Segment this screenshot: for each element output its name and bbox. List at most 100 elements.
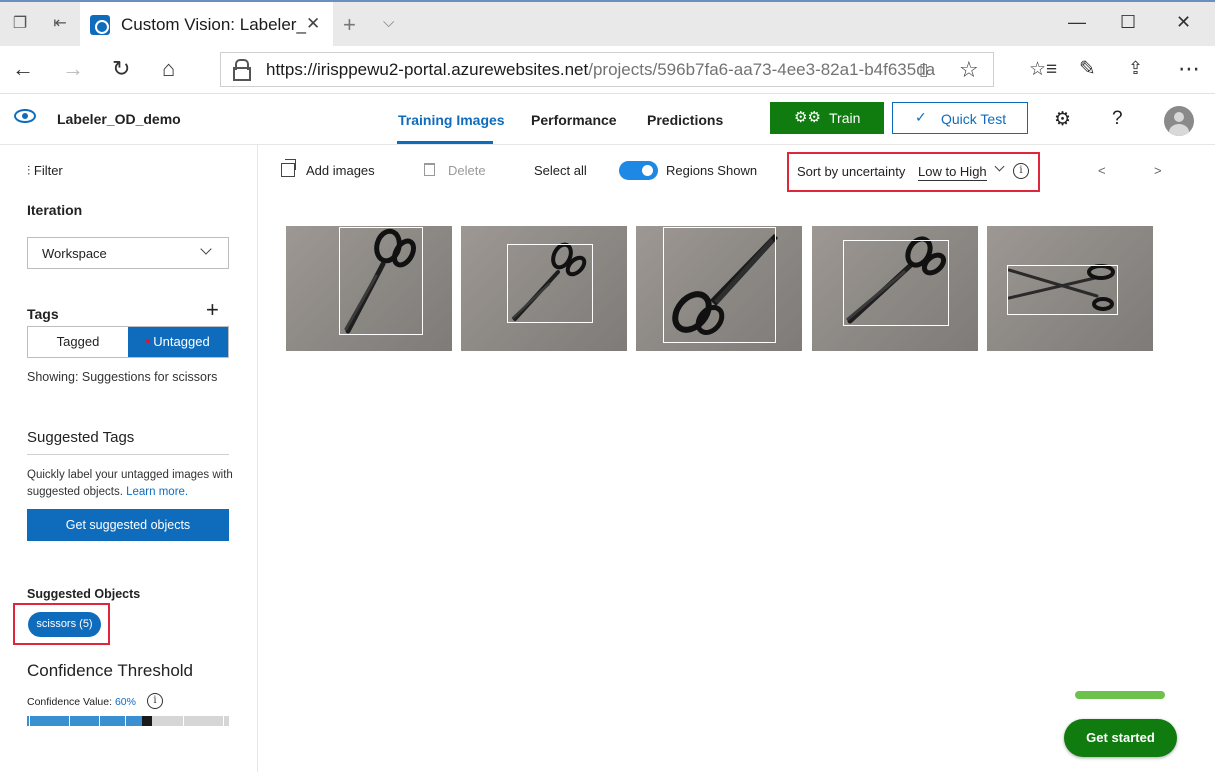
untagged-dot-icon [146, 339, 151, 343]
tag-filter-segmented-control: Tagged Untagged [27, 326, 229, 358]
toggle-knob [642, 165, 653, 176]
bounding-box[interactable] [339, 227, 423, 335]
train-label: Train [829, 110, 861, 126]
confidence-info-icon[interactable]: i [147, 693, 163, 709]
untagged-label: Untagged [153, 334, 210, 349]
forward-icon[interactable]: → [62, 56, 84, 82]
quick-test-button[interactable]: ✓ Quick Test [892, 102, 1028, 134]
bounding-box[interactable] [507, 244, 593, 323]
tags-label: Tags [27, 306, 59, 322]
filter-sliders-icon: ⫶ [27, 163, 31, 178]
iteration-value: Workspace [42, 246, 107, 261]
browser-tab[interactable]: Custom Vision: Labeler_ ✕ [80, 2, 333, 48]
showing-text: Showing: Suggestions for scissors [27, 370, 218, 384]
tab-close-icon[interactable]: ✕ [306, 14, 320, 34]
iteration-dropdown[interactable]: Workspace [27, 237, 229, 269]
app-header: Labeler_OD_demo Training Images Performa… [0, 94, 1215, 145]
confidence-label-text: Confidence Value: [27, 696, 113, 708]
bounding-box[interactable] [1007, 265, 1118, 315]
bounding-box[interactable] [843, 240, 949, 326]
favorites-list-icon[interactable]: ☆≡ [1029, 58, 1057, 81]
home-icon[interactable]: ⌂ [162, 56, 175, 82]
confidence-value-label: Confidence Value: 60% [27, 696, 136, 708]
tab-predictions[interactable]: Predictions [647, 112, 723, 128]
sort-dropdown[interactable]: Low to High [918, 164, 987, 181]
new-tab-icon[interactable]: + [343, 12, 356, 38]
confidence-threshold-title: Confidence Threshold [27, 661, 194, 680]
help-icon[interactable]: ? [1112, 108, 1123, 130]
settings-gear-icon[interactable]: ⚙ [1054, 108, 1071, 131]
more-icon[interactable]: ⋯ [1178, 56, 1200, 82]
back-icon[interactable]: ← [12, 56, 34, 82]
custom-vision-logo-icon[interactable] [14, 109, 36, 123]
gears-icon: ⚙⚙ [794, 109, 821, 126]
image-thumbnail[interactable] [461, 226, 627, 351]
tab-training-images[interactable]: Training Images [398, 112, 505, 128]
regions-shown-toggle[interactable] [619, 161, 658, 180]
get-suggested-objects-button[interactable]: Get suggested objects [27, 509, 229, 541]
select-all-button[interactable]: Select all [534, 163, 587, 178]
bounding-box[interactable] [663, 227, 776, 343]
sort-info-icon[interactable]: i [1013, 163, 1029, 179]
add-tag-plus-icon[interactable]: + [206, 299, 219, 321]
next-page-button[interactable]: > [1154, 163, 1162, 178]
image-thumbnail[interactable] [812, 226, 978, 351]
confidence-slider-thumb[interactable] [142, 716, 152, 726]
quick-test-label: Quick Test [941, 111, 1007, 127]
window-close-icon[interactable]: ✕ [1176, 12, 1191, 33]
previous-page-button[interactable]: < [1098, 163, 1106, 178]
tab-title: Custom Vision: Labeler_ [121, 15, 306, 34]
set-tabs-aside-icon[interactable]: ⇤ [50, 14, 70, 34]
regions-shown-label: Regions Shown [666, 163, 758, 178]
address-bar: ← → ↻ ⌂ https://irisppewu2-portal.azurew… [0, 46, 1215, 94]
suggested-tags-description: Quickly label your untagged images with … [27, 467, 237, 501]
iteration-label: Iteration [27, 202, 83, 218]
confidence-value: 60% [114, 696, 136, 708]
slider-tick [29, 716, 30, 726]
delete-button[interactable]: Delete [448, 163, 486, 178]
suggested-tags-title: Suggested Tags [27, 429, 135, 446]
pen-icon[interactable]: ✎ [1079, 56, 1096, 81]
url-field[interactable]: https://irisppewu2-portal.azurewebsites.… [220, 52, 994, 87]
check-icon: ✓ [915, 109, 927, 125]
tab-performance[interactable]: Performance [531, 112, 617, 128]
lock-icon [233, 59, 251, 81]
untagged-filter-button[interactable]: Untagged [128, 327, 228, 357]
image-thumbnail[interactable] [987, 226, 1153, 351]
train-button[interactable]: ⚙⚙ Train [770, 102, 884, 134]
chevron-down-icon [200, 243, 212, 255]
tagged-filter-button[interactable]: Tagged [28, 327, 128, 357]
learn-more-link[interactable]: Learn more. [126, 486, 188, 498]
add-images-button[interactable]: Add images [306, 163, 375, 178]
refresh-icon[interactable]: ↻ [112, 56, 130, 82]
filter-button[interactable]: ⫶ Filter [27, 163, 63, 179]
trash-icon [424, 163, 435, 176]
custom-vision-favicon-icon [90, 15, 110, 35]
favorite-star-icon[interactable]: ☆ [959, 57, 979, 83]
slider-tick [69, 716, 70, 726]
suggested-object-chip-scissors[interactable]: scissors (5) [28, 612, 101, 637]
slider-tick [125, 716, 126, 726]
share-icon[interactable]: ⇪ [1128, 58, 1143, 79]
image-thumbnail[interactable] [286, 226, 452, 351]
sort-label: Sort by uncertainty [797, 164, 906, 179]
avatar[interactable] [1164, 106, 1194, 136]
browser-tab-bar: ❐ ⇤ Custom Vision: Labeler_ ✕ + ⌵ — ☐ ✕ [0, 0, 1215, 48]
maximize-icon[interactable]: ☐ [1120, 12, 1136, 33]
tab-actions-icon[interactable]: ❐ [10, 14, 30, 34]
confidence-slider[interactable] [27, 716, 229, 726]
get-started-button[interactable]: Get started [1064, 719, 1177, 757]
sidebar: ⫶ Filter Iteration Workspace Tags + Tagg… [0, 145, 258, 772]
slider-tick [99, 716, 100, 726]
minimize-icon[interactable]: — [1068, 12, 1086, 33]
slider-tick [223, 716, 224, 726]
add-images-icon[interactable] [281, 159, 296, 177]
reading-view-icon[interactable]: ▯ [919, 60, 928, 80]
get-started-progress-bar [1075, 691, 1165, 699]
image-thumbnail[interactable] [636, 226, 802, 351]
filter-label: Filter [33, 163, 63, 178]
project-name[interactable]: Labeler_OD_demo [57, 111, 181, 127]
active-tab-indicator [397, 141, 493, 144]
tab-list-chevron-icon[interactable]: ⌵ [383, 14, 394, 31]
divider [27, 454, 229, 455]
